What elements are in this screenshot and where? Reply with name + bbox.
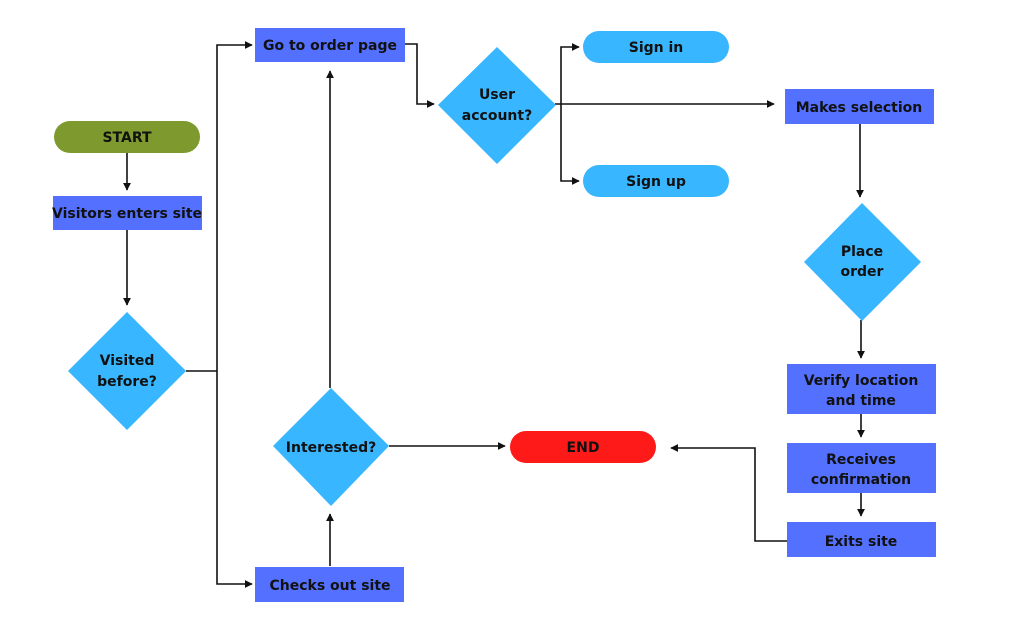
node-visitor-enters[interactable]: Visitors enters site bbox=[52, 196, 202, 230]
checks-out-label: Checks out site bbox=[269, 578, 390, 594]
node-go-to-order[interactable]: Go to order page bbox=[255, 28, 405, 62]
node-end[interactable]: END bbox=[510, 431, 656, 463]
receives-label-line-2: confirmation bbox=[811, 472, 911, 488]
edge-go-to-order-to-user-account bbox=[405, 43, 435, 108]
node-verify[interactable]: Verify location and time bbox=[787, 364, 936, 414]
node-checks-out[interactable]: Checks out site bbox=[255, 567, 404, 602]
node-receives[interactable]: Receives confirmation bbox=[787, 443, 936, 493]
edge-user-account-to-sign-in bbox=[560, 43, 580, 104]
node-place-order[interactable]: Place order bbox=[804, 203, 921, 321]
node-makes-selection[interactable]: Makes selection bbox=[785, 89, 934, 124]
place-order-decision-shape bbox=[804, 203, 921, 321]
visited-before-label-line-1: Visited bbox=[100, 353, 155, 369]
receives-label-line-1: Receives bbox=[826, 452, 896, 468]
edge-branch-to-go-to-order bbox=[216, 41, 253, 371]
visited-before-decision-shape bbox=[68, 312, 186, 430]
node-exits[interactable]: Exits site bbox=[787, 522, 936, 557]
node-visited-before[interactable]: Visited before? bbox=[68, 312, 186, 430]
visitor-enters-label: Visitors enters site bbox=[52, 206, 202, 222]
node-sign-up[interactable]: Sign up bbox=[583, 165, 729, 197]
sign-up-label: Sign up bbox=[626, 174, 686, 190]
verify-label-line-1: Verify location bbox=[804, 373, 919, 389]
sign-in-label: Sign in bbox=[629, 40, 684, 56]
edge-branch-to-checks-out bbox=[216, 371, 253, 588]
node-interested[interactable]: Interested? bbox=[273, 388, 389, 506]
place-order-label-line-1: Place bbox=[841, 244, 883, 260]
user-account-label-line-1: User bbox=[479, 87, 515, 103]
makes-selection-label: Makes selection bbox=[796, 100, 923, 116]
user-account-decision-shape bbox=[438, 47, 556, 164]
visited-before-label-line-2: before? bbox=[97, 374, 157, 390]
flowchart-canvas: START Visitors enters site Visited befor… bbox=[52, 28, 936, 602]
node-start[interactable]: START bbox=[54, 121, 200, 153]
edge-exits-to-end bbox=[670, 444, 787, 542]
place-order-label-line-2: order bbox=[841, 264, 884, 280]
end-label: END bbox=[567, 440, 600, 456]
start-label: START bbox=[102, 130, 152, 146]
node-sign-in[interactable]: Sign in bbox=[583, 31, 729, 63]
go-to-order-label: Go to order page bbox=[263, 38, 397, 54]
edge-user-account-to-sign-up bbox=[560, 104, 580, 185]
exits-label: Exits site bbox=[825, 534, 898, 550]
node-user-account[interactable]: User account? bbox=[438, 47, 556, 164]
verify-label-line-2: and time bbox=[826, 393, 896, 409]
user-account-label-line-2: account? bbox=[462, 108, 532, 124]
interested-label: Interested? bbox=[286, 440, 376, 456]
